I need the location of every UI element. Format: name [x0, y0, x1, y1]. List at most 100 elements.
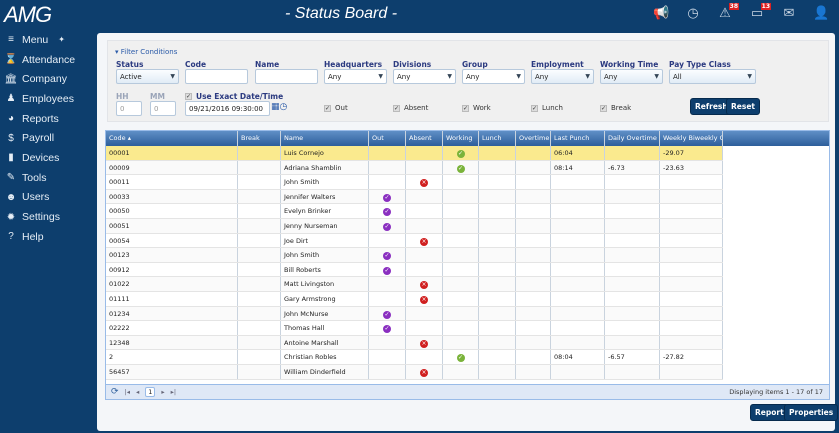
table-row[interactable]: 01234 John McNurse ✓	[106, 306, 723, 322]
use-exact-datetime-checkbox[interactable]: ✓ Use Exact Date/Time	[185, 92, 283, 101]
table-row[interactable]: 00001 Luis Cornejo ✓ 06:04 -29.07	[106, 146, 723, 161]
mail-icon[interactable]: ✉	[781, 6, 797, 21]
table-cell	[516, 218, 551, 233]
table-row[interactable]: 00054 Joe Dirt ×	[106, 233, 723, 249]
megaphone-icon[interactable]: 📢	[653, 6, 669, 21]
table-cell	[479, 248, 516, 262]
table-row[interactable]: 00011 John Smith ×	[106, 175, 723, 190]
sidebar-item-settings[interactable]: ✹ Settings	[0, 207, 95, 227]
checkbox-checked[interactable]: ✓	[600, 104, 607, 112]
working-time-select[interactable]: Any ▼	[600, 69, 663, 84]
headquarters-select[interactable]: Any ▼	[324, 69, 387, 84]
check-label: Absent	[404, 104, 429, 112]
checkbox-checked[interactable]: ✓	[531, 104, 538, 112]
devices-icon: ▮	[8, 152, 14, 164]
logo[interactable]: AMG	[4, 2, 52, 28]
checkbox-checked[interactable]: ✓	[393, 104, 400, 112]
column-header[interactable]: Working	[443, 131, 479, 146]
first-page-icon[interactable]: |◂	[125, 388, 130, 396]
status-cell	[369, 291, 406, 306]
status-select[interactable]: Active ▼	[116, 69, 179, 84]
reset-button[interactable]: Reset	[726, 98, 760, 115]
column-header[interactable]: Lunch	[479, 131, 516, 146]
table-row[interactable]: 01111 Gary Armstrong ×	[106, 291, 723, 307]
sidebar-item-tools[interactable]: ✎ Tools	[0, 168, 95, 188]
filter-check-break[interactable]: ✓ Break	[600, 104, 631, 112]
pin-icon[interactable]: ✦	[58, 35, 65, 44]
table-row[interactable]: 00050 Evelyn Brinker ✓	[106, 204, 723, 219]
next-page-icon[interactable]: ▸	[161, 388, 164, 396]
column-header[interactable]: Daily Overtime	[605, 131, 660, 146]
filter-check-absent[interactable]: ✓ Absent	[393, 104, 428, 112]
column-header[interactable]: Last Punch	[551, 131, 605, 146]
table-cell	[238, 160, 281, 175]
page-number-input[interactable]: 1	[145, 387, 156, 397]
datetime-input[interactable]: 09/21/2016 09:30:00	[185, 101, 270, 116]
filter-check-work[interactable]: ✓ Work	[462, 104, 491, 112]
status-cell: ✓	[369, 321, 406, 335]
table-cell	[660, 364, 723, 379]
status-cell	[369, 364, 406, 379]
column-header[interactable]: Overtime	[516, 131, 551, 146]
clock-icon[interactable]: ◷	[685, 6, 701, 21]
hh-spinner[interactable]: 0	[116, 101, 142, 116]
table-row[interactable]: 01022 Matt Livingston ×	[106, 277, 723, 292]
column-header[interactable]: Out	[369, 131, 406, 146]
table-cell	[605, 364, 660, 379]
alert-icon[interactable]: ⚠ 38	[717, 3, 739, 21]
column-header[interactable]: Weekly Biweekly Ov	[660, 131, 723, 146]
table-row[interactable]: 2 Christian Robles ✓ 08:04 -6.57 -27.82	[106, 350, 723, 365]
table-row[interactable]: 00912 Bill Roberts ✓	[106, 262, 723, 278]
properties-button[interactable]: Properties	[784, 404, 839, 421]
filter-check-out[interactable]: ✓ Out	[324, 104, 348, 112]
table-row[interactable]: 12348 Antoine Marshall ×	[106, 335, 723, 351]
filter-conditions-toggle[interactable]: ▾ Filter Conditions	[115, 48, 177, 56]
sidebar-item-reports[interactable]: ◕ Reports	[0, 109, 95, 129]
sidebar-item-employees[interactable]: ♟ Employees	[0, 89, 95, 109]
sidebar-item-payroll[interactable]: $ Payroll	[0, 128, 95, 148]
employment-select[interactable]: Any ▼	[531, 69, 594, 84]
sidebar-item-attendance[interactable]: ⌛ Attendance	[0, 50, 95, 70]
sidebar-item-devices[interactable]: ▮ Devices	[0, 148, 95, 168]
code-label: Code	[185, 60, 207, 69]
last-page-icon[interactable]: ▸|	[171, 388, 176, 396]
check-icon: ✓	[456, 354, 465, 363]
prev-page-icon[interactable]: ◂	[136, 388, 139, 396]
sidebar-item-users[interactable]: ☻ Users	[0, 188, 95, 208]
table-cell	[516, 350, 551, 364]
table-cell: William Dinderfield	[281, 364, 369, 379]
sidebar-item-company[interactable]: 🏛 Company	[0, 69, 95, 89]
report-button[interactable]: Report	[750, 404, 789, 421]
code-input[interactable]	[185, 69, 248, 84]
column-header[interactable]: Absent	[406, 131, 443, 146]
column-header[interactable]: Name	[281, 131, 369, 146]
table-row[interactable]: 00123 John Smith ✓	[106, 248, 723, 263]
table-row[interactable]: 00009 Adriana Shamblin ✓ 08:14 -6.73 -23.63	[106, 160, 723, 176]
name-input[interactable]	[255, 69, 318, 84]
table-row[interactable]: 02222 Thomas Hall ✓	[106, 321, 723, 336]
divisions-select[interactable]: Any ▼	[393, 69, 456, 84]
pay-type-class-select[interactable]: All ▼	[669, 69, 756, 84]
sidebar-item-help[interactable]: ? Help	[0, 227, 95, 247]
table-row[interactable]: 56457 William Dinderfield ×	[106, 364, 723, 380]
table-row[interactable]: 00033 Jennifer Walters ✓	[106, 189, 723, 205]
table-cell	[238, 291, 281, 306]
group-select[interactable]: Any ▼	[462, 69, 525, 84]
table-row[interactable]: 00051 Jenny Nurseman ✓	[106, 218, 723, 234]
calendar-clock-icon[interactable]: ▦◷	[271, 102, 287, 112]
checkbox-checked[interactable]: ✓	[324, 104, 331, 112]
calendar-icon[interactable]: ▭ 13	[749, 3, 771, 21]
mm-spinner[interactable]: 0	[150, 101, 176, 116]
checkbox-checked[interactable]: ✓	[462, 104, 469, 112]
user-icon[interactable]: 👤	[813, 6, 829, 21]
filter-check-lunch[interactable]: ✓ Lunch	[531, 104, 563, 112]
checkbox-checked[interactable]: ✓	[185, 93, 192, 100]
refresh-icon[interactable]: ⟳	[111, 387, 119, 397]
column-header[interactable]: Break	[238, 131, 281, 146]
sidebar-item-menu[interactable]: ≡ Menu ✦	[0, 30, 95, 50]
column-header[interactable]: Code ▴	[106, 131, 238, 146]
pay-type-class-value: All	[673, 73, 682, 81]
attendance-icon: ⌛	[4, 54, 18, 66]
table-cell: -6.73	[605, 160, 660, 175]
status-cell	[406, 204, 443, 218]
